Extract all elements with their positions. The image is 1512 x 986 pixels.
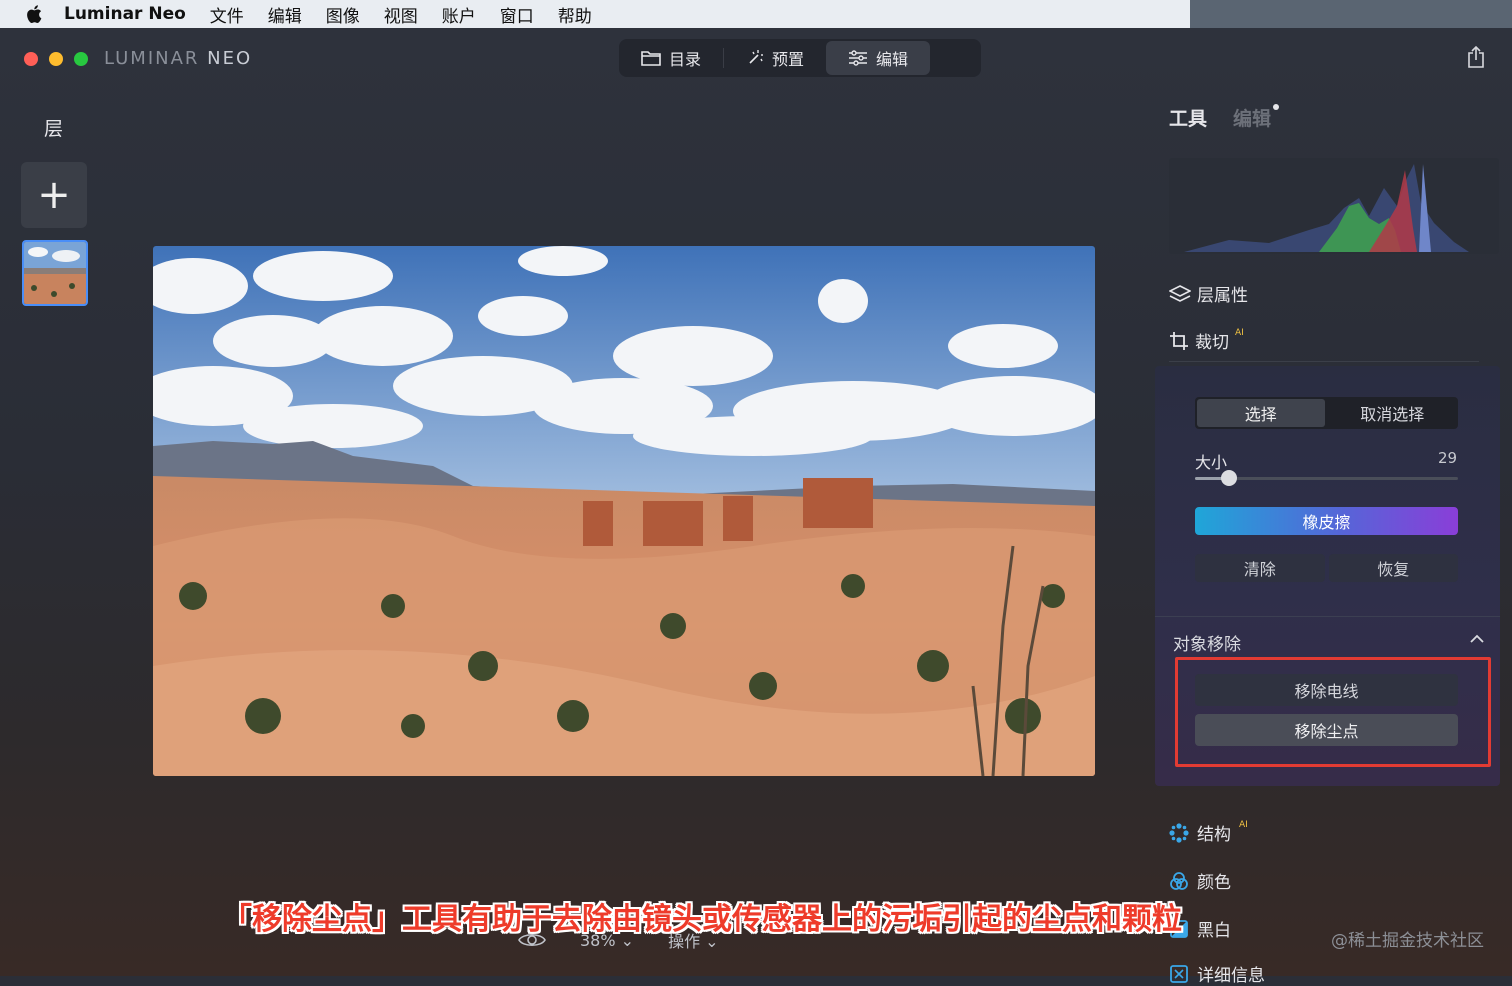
add-layer-button[interactable]: + [21, 162, 87, 228]
structure-item[interactable]: 结构 AI [1169, 820, 1248, 845]
brush-size-label: 大小 [1195, 453, 1228, 472]
menu-edit[interactable]: 编辑 [268, 2, 302, 27]
histogram [1169, 158, 1499, 254]
object-removal-title[interactable]: 对象移除 [1173, 630, 1241, 655]
logo-text-neo: NEO [207, 48, 253, 69]
panel-separator [1155, 616, 1500, 617]
details-item[interactable]: 详细信息 [1169, 961, 1265, 986]
layer-properties-label: 层属性 [1197, 286, 1248, 306]
right-panel-tabs: 工具 编辑 [1169, 104, 1280, 131]
menu-account[interactable]: 账户 [442, 2, 476, 27]
color-item[interactable]: 颜色 [1169, 868, 1231, 893]
window-controls [24, 52, 88, 66]
bw-label: 黑白 [1197, 921, 1231, 941]
layer-properties-item[interactable]: 层属性 [1169, 281, 1248, 306]
magic-wand-icon [749, 50, 764, 64]
structure-label: 结构 [1197, 825, 1231, 845]
color-label: 颜色 [1197, 873, 1231, 893]
tab-edit[interactable]: 编辑 [826, 41, 931, 75]
app-logo: LUMINAR NEO [104, 48, 252, 69]
crop-label: 裁切 [1195, 333, 1229, 353]
details-icon [1170, 964, 1188, 983]
logo-text-luminar: LUMINAR [104, 48, 200, 69]
tab-edit-label: 编辑 [876, 50, 909, 69]
desktop-background [1190, 0, 1512, 28]
unsaved-dot [1273, 104, 1280, 110]
layer-thumbnail[interactable] [22, 240, 88, 306]
menu-window[interactable]: 窗口 [500, 2, 534, 27]
menu-image[interactable]: 图像 [326, 2, 360, 27]
tab-presets[interactable]: 预置 [724, 41, 826, 75]
crop-icon [1170, 331, 1188, 350]
eraser-label: 橡皮擦 [1302, 513, 1351, 532]
details-label: 详细信息 [1197, 966, 1265, 986]
tab-presets-label: 预置 [772, 50, 805, 69]
folder-icon [641, 51, 661, 66]
mask-actions: 清除 恢复 [1195, 554, 1458, 582]
layers-title: 层 [44, 118, 64, 140]
menu-bar: Luminar Neo 文件 编辑 图像 视图 账户 窗口 帮助 [0, 0, 1190, 28]
select-button[interactable]: 选择 [1197, 399, 1325, 427]
crop-item[interactable]: 裁切 AI [1169, 328, 1244, 353]
apple-icon[interactable] [24, 3, 46, 25]
watermark: @稀土掘金技术社区 [1331, 931, 1484, 951]
selection-toggle: 选择 取消选择 [1195, 397, 1458, 429]
chevron-up-icon[interactable] [1470, 634, 1484, 643]
clear-button[interactable]: 清除 [1195, 554, 1325, 582]
layers-icon [1169, 284, 1191, 302]
sliders-icon [849, 50, 868, 66]
main-photo-canvas[interactable] [153, 246, 1095, 776]
restore-button[interactable]: 恢复 [1328, 554, 1458, 582]
menu-view[interactable]: 视图 [384, 2, 418, 27]
tutorial-caption: 「移除尘点」工具有助于去除由镜头或传感器上的污垢引起的尘点和颗粒 [222, 902, 1182, 937]
share-icon[interactable] [1466, 46, 1486, 68]
brush-size-value[interactable]: 29 [1438, 449, 1457, 467]
brush-size-slider[interactable] [1195, 470, 1458, 486]
mode-tabs: 目录 预置 编辑 [619, 39, 981, 77]
menu-help[interactable]: 帮助 [558, 2, 592, 27]
tab-edits[interactable]: 编辑 [1233, 104, 1280, 131]
eraser-button[interactable]: 橡皮擦 [1195, 507, 1458, 535]
color-icon [1170, 871, 1188, 890]
minimize-window-button[interactable] [49, 52, 63, 66]
ai-badge: AI [1235, 327, 1244, 338]
deselect-button[interactable]: 取消选择 [1329, 399, 1457, 427]
menu-file[interactable]: 文件 [210, 2, 244, 27]
plus-icon: + [37, 172, 71, 218]
app-menu[interactable]: Luminar Neo [64, 4, 186, 24]
app-window: LUMINAR NEO 目录 预置 编辑 层 + 38% ⌄ 操作 ⌄ 工具 编… [0, 28, 1512, 986]
tab-tools[interactable]: 工具 [1169, 104, 1207, 131]
zoom-window-button[interactable] [74, 52, 88, 66]
panel-divider [1169, 361, 1479, 362]
highlight-box [1175, 657, 1491, 767]
tab-edits-label: 编辑 [1233, 108, 1272, 130]
close-window-button[interactable] [24, 52, 38, 66]
structure-icon [1169, 822, 1189, 843]
tab-catalog[interactable]: 目录 [619, 41, 723, 75]
tab-catalog-label: 目录 [669, 50, 702, 69]
landscape-thumbnail-image [24, 242, 86, 304]
ai-badge: AI [1239, 819, 1248, 830]
